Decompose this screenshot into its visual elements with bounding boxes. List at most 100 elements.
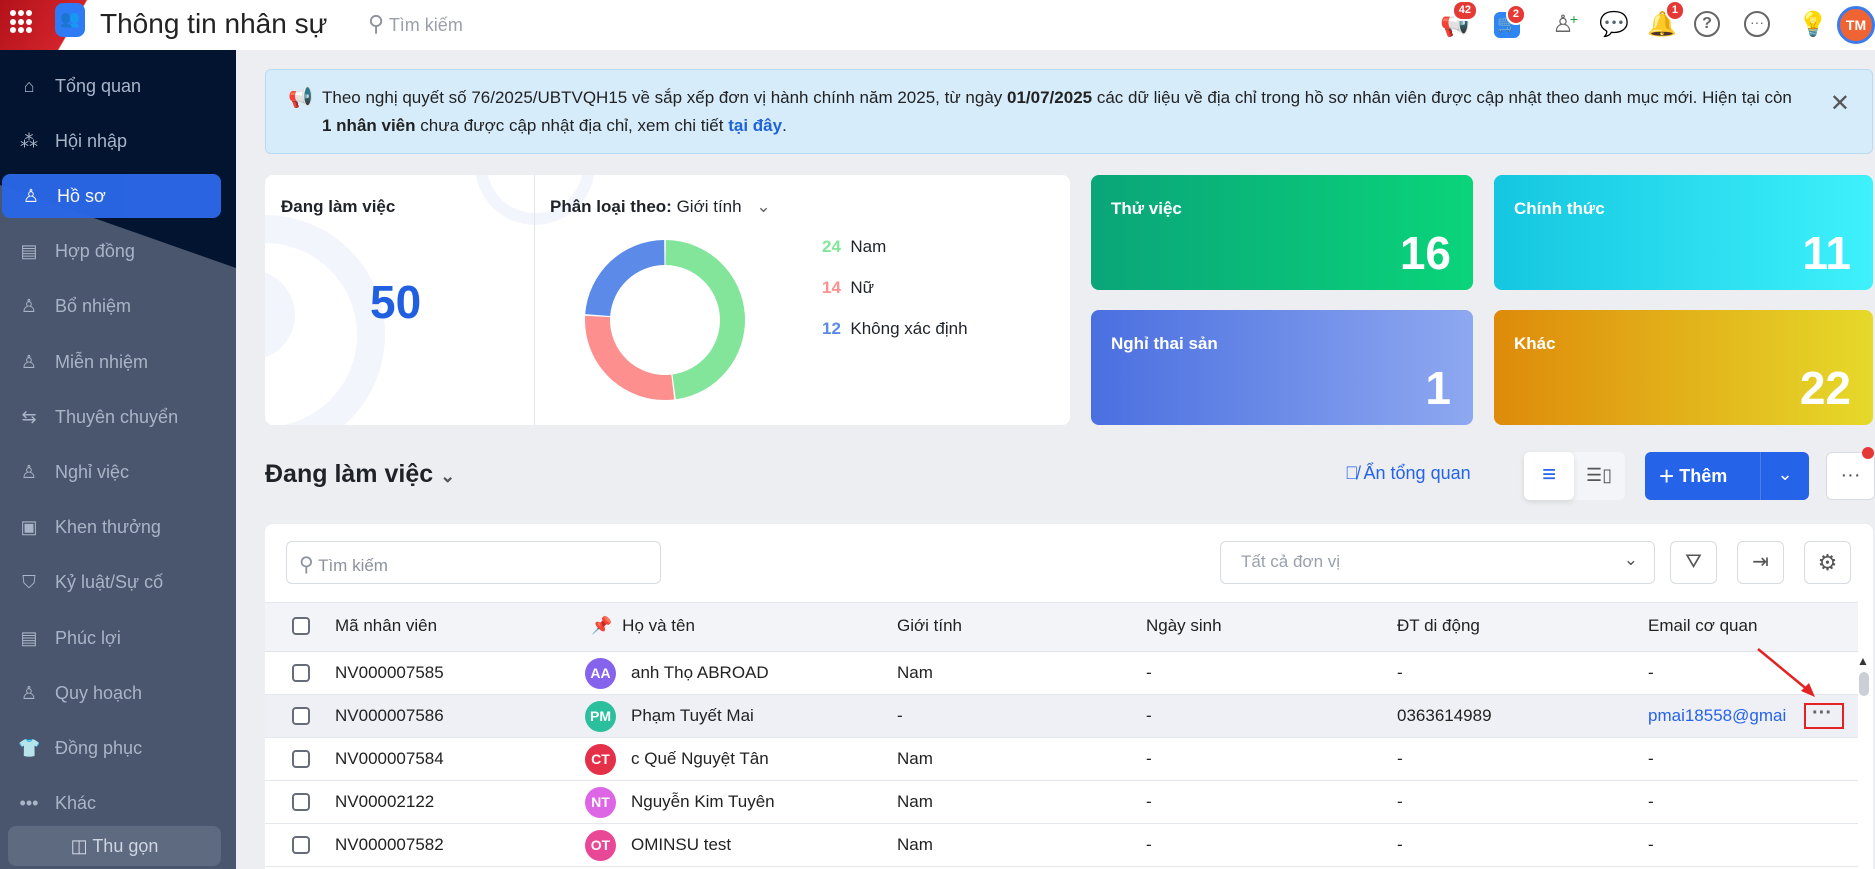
- working-label: Đang làm việc: [281, 197, 396, 216]
- column-header-id[interactable]: Mã nhân viên: [335, 616, 437, 636]
- plus-icon: +: [1659, 461, 1675, 491]
- sidebar-item[interactable]: ▤ Hợp đồng: [0, 230, 236, 274]
- top-header: 👥 Thông tin nhân sự ⚲ Tìm kiếm 📢 42 🛒 2 ♙ +…: [0, 0, 1875, 50]
- employee-name[interactable]: OMINSU test: [631, 835, 731, 855]
- avatar: AA: [585, 658, 616, 689]
- table-row[interactable]: NV000007585 AA anh Thọ ABROAD Nam - - -: [265, 652, 1858, 695]
- cart-icon[interactable]: 🛒 2: [1494, 4, 1526, 38]
- more-options-button[interactable]: ···: [1826, 447, 1875, 500]
- sidebar-item-label: Miễn nhiệm: [55, 351, 149, 372]
- global-search[interactable]: ⚲ Tìm kiếm: [368, 11, 463, 37]
- hide-overview-button[interactable]: 👁̸ Ẩn tổng quan: [1345, 463, 1471, 484]
- close-icon[interactable]: ✕: [1830, 90, 1850, 118]
- row-checkbox[interactable]: [292, 793, 310, 811]
- sidebar-item[interactable]: ♙ Bổ nhiệm: [0, 285, 236, 329]
- sidebar-item-label: Hợp đồng: [55, 241, 135, 262]
- sidebar-item[interactable]: ••• Khác: [0, 782, 236, 826]
- sidebar-item-label: Khác: [55, 793, 97, 814]
- column-header-gender[interactable]: Giới tính: [897, 616, 962, 636]
- status-card[interactable]: Chính thức 11: [1494, 175, 1873, 290]
- sidebar-item[interactable]: ⛉ Kỷ luật/Sự cố: [0, 561, 236, 605]
- status-card[interactable]: Khác 22: [1494, 310, 1873, 425]
- sidebar-item[interactable]: ⁂ Hội nhập: [0, 119, 236, 163]
- help-icon[interactable]: ?: [1694, 11, 1720, 37]
- banner-text: chưa được cập nhật địa chỉ, xem chi tiết: [415, 116, 729, 135]
- settings-button[interactable]: ⚙: [1804, 541, 1851, 584]
- user-avatar[interactable]: TM: [1837, 6, 1875, 44]
- employee-name[interactable]: Nguyễn Kim Tuyên: [631, 792, 775, 812]
- employee-name[interactable]: Phạm Tuyết Mai: [631, 706, 754, 726]
- table-row[interactable]: NV00002122 NT Nguyễn Kim Tuyên Nam - - -: [265, 781, 1858, 824]
- split-view-icon[interactable]: ☰▯: [1574, 452, 1624, 500]
- vertical-scrollbar[interactable]: [1859, 672, 1869, 696]
- collapse-sidebar-button[interactable]: ◫ Thu gọn: [8, 826, 221, 866]
- row-checkbox[interactable]: [292, 664, 310, 682]
- bell-icon[interactable]: 🔔 1: [1645, 0, 1685, 42]
- work-email[interactable]: pmai18558@gmai: [1648, 706, 1786, 726]
- status-card-label: Khác: [1514, 334, 1556, 353]
- row-checkbox[interactable]: [292, 750, 310, 768]
- filter-button[interactable]: ⛛: [1670, 541, 1717, 584]
- unit-select[interactable]: Tất cả đơn vị ⌄: [1220, 541, 1655, 584]
- collapse-icon: ◫: [70, 836, 88, 856]
- sidebar-item[interactable]: ▣ Khen thưởng: [0, 506, 236, 550]
- table-row[interactable]: NV000007582 OT OMINSU test Nam - - -: [265, 824, 1858, 867]
- status-card[interactable]: Nghỉ thai sản 1: [1091, 310, 1473, 425]
- sidebar-item[interactable]: ♙ Hồ sơ: [2, 174, 221, 219]
- legend-item: 24 Nam: [822, 237, 886, 257]
- sidebar-item-label: Kỷ luật/Sự cố: [55, 572, 164, 593]
- sidebar-item[interactable]: ⌂ Tổng quan: [0, 64, 236, 108]
- export-button[interactable]: ⇥: [1737, 541, 1784, 584]
- gender: Nam: [897, 663, 933, 682]
- classify-dropdown[interactable]: Phân loại theo: Giới tính ⌄: [550, 197, 771, 217]
- donut-slice-2[interactable]: [585, 240, 665, 316]
- lightbulb-book-icon[interactable]: 💡: [1796, 8, 1830, 42]
- donut-slice-1[interactable]: [585, 315, 675, 400]
- sidebar-item[interactable]: ♙ Quy hoạch: [0, 671, 236, 715]
- banner-date: 01/07/2025: [1007, 88, 1093, 107]
- table-row[interactable]: NV000007586 PM Phạm Tuyết Mai - - 036361…: [265, 695, 1858, 738]
- legend-item: 12 Không xác định: [822, 319, 968, 339]
- employee-name[interactable]: anh Thọ ABROAD: [631, 663, 769, 683]
- working-count: 50: [370, 276, 422, 328]
- sidebar-item[interactable]: ⇆ Thuyên chuyển: [0, 395, 236, 439]
- more-apps-icon[interactable]: ···: [1744, 11, 1770, 37]
- sidebar-item[interactable]: ♙ Miễn nhiệm: [0, 340, 236, 384]
- employee-id: NV000007586: [335, 706, 444, 725]
- row-checkbox[interactable]: [292, 707, 310, 725]
- sidebar-item[interactable]: ♙ Nghỉ việc: [0, 450, 236, 494]
- donut-slice-0[interactable]: [665, 240, 746, 400]
- sidebar-item-label: Hội nhập: [55, 130, 128, 151]
- add-button[interactable]: + Thêm: [1645, 452, 1760, 500]
- column-header-name[interactable]: 📌 Họ và tên: [591, 616, 695, 636]
- column-header-email[interactable]: Email cơ quan: [1648, 616, 1757, 636]
- employee-name[interactable]: c Quế Nguyệt Tân: [631, 749, 769, 769]
- sidebar-icon: ▤: [20, 241, 38, 262]
- status-card[interactable]: Thử việc 16: [1091, 175, 1473, 290]
- table-search-input[interactable]: ⚲ Tìm kiếm: [286, 541, 661, 584]
- add-user-icon[interactable]: ♙ +: [1546, 8, 1580, 42]
- pin-icon[interactable]: 📌: [591, 616, 612, 635]
- add-dropdown-chevron-icon[interactable]: ⌄: [1761, 452, 1809, 500]
- row-checkbox[interactable]: [292, 836, 310, 854]
- sidebar-item[interactable]: 👕 Đồng phục: [0, 726, 236, 770]
- date-of-birth: -: [1146, 706, 1152, 725]
- app-title: Thông tin nhân sự: [100, 8, 328, 39]
- column-header-phone[interactable]: ĐT di động: [1397, 616, 1480, 636]
- sidebar: ⌂ Tổng quan ⁂ Hội nhập ♙ Hồ sơ ▤ Hợp đồng ♙ Bổ nh…: [0, 50, 236, 869]
- app-grid-icon[interactable]: [10, 10, 34, 34]
- column-header-dob[interactable]: Ngày sinh: [1146, 616, 1222, 636]
- sidebar-item[interactable]: ▤ Phúc lợi: [0, 616, 236, 660]
- banner-text: Theo nghị quyết số 76/2025/UBTVQH15 về s…: [322, 88, 1008, 107]
- sidebar-icon: ⁂: [20, 130, 38, 151]
- list-view-icon[interactable]: ≡: [1524, 452, 1574, 500]
- scroll-up-arrow[interactable]: ▲: [1857, 654, 1869, 668]
- banner-detail-link[interactable]: tại đây: [728, 116, 782, 135]
- megaphone-icon[interactable]: 📢 42: [1438, 0, 1478, 42]
- table-row[interactable]: NV000007584 CT c Quế Nguyệt Tân Nam - - …: [265, 738, 1858, 781]
- select-all-checkbox[interactable]: [292, 617, 310, 635]
- gender-donut-chart: [585, 240, 746, 400]
- chat-icon[interactable]: 💬: [1597, 8, 1631, 42]
- table-header: [265, 602, 1858, 652]
- section-title-dropdown[interactable]: Đang làm việc ⌄: [265, 460, 455, 489]
